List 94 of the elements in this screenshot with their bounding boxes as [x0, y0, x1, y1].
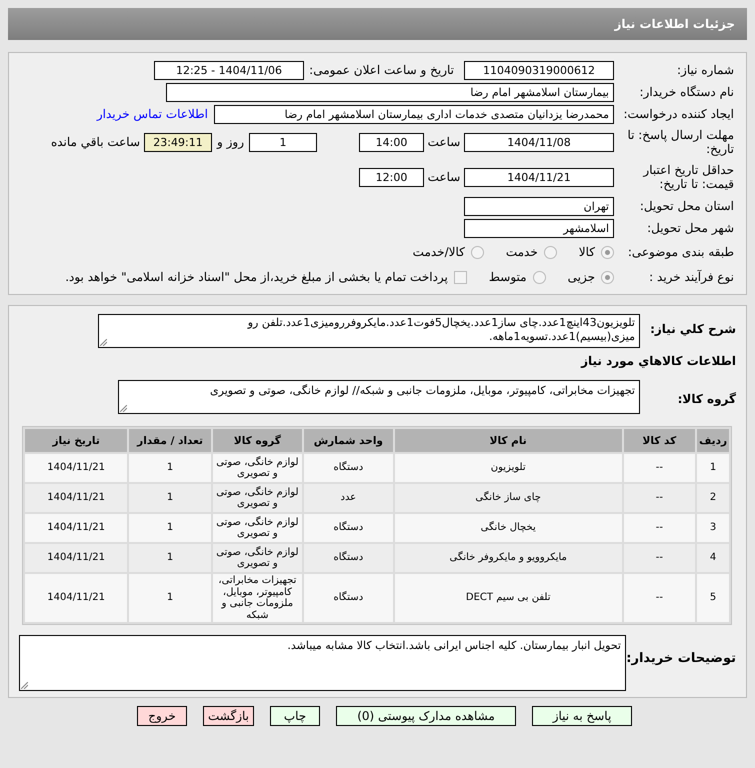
text-field[interactable]: بیمارستان اسلامشهر امام رضا [166, 82, 614, 102]
table-cell: مایکروویو و مایکروفر خانگی [394, 544, 622, 572]
remaining-label: ساعت باقي مانده [50, 135, 141, 149]
time-label: ساعت [426, 135, 462, 149]
contact-link[interactable]: اطلاعات تماس خریدار [96, 107, 208, 121]
table-cell: لوازم خانگی، صوتی و تصویری [212, 484, 302, 512]
table-cell: 1404/11/21 [25, 514, 128, 542]
table-cell: تلفن بی سیم DECT [394, 574, 622, 622]
column-header: ردیف [697, 429, 729, 452]
radio-button[interactable] [601, 270, 614, 284]
text-field[interactable]: 1404/11/06 - 12:25 [154, 60, 304, 80]
table-cell: -- [624, 514, 696, 542]
table-cell: لوازم خانگی، صوتی و تصویری [212, 514, 302, 542]
table-cell: 5 [697, 574, 729, 622]
table-cell: -- [624, 544, 696, 572]
radio-button[interactable] [601, 246, 614, 258]
table-cell: عدد [304, 484, 393, 512]
table-cell: 2 [697, 484, 729, 512]
text-field[interactable]: 12:00 [359, 168, 424, 186]
field-label: توضیحات خریدار: [626, 650, 736, 666]
table-cell: تلویزیون [394, 454, 622, 482]
table-cell: -- [624, 484, 696, 512]
field-label: طبقه بندی موضوعی: [626, 245, 734, 259]
field-label: مهلت ارسال پاسخ: تا تاریخ: [626, 128, 734, 156]
field-label: گروه کالا: [676, 391, 736, 406]
table-cell: 1 [129, 574, 211, 622]
column-header: تعداد / مقدار [129, 429, 211, 452]
field-label: نوع فرآیند خرید : [648, 270, 734, 284]
table-cell: 1 [129, 454, 211, 482]
radio-button[interactable] [532, 270, 546, 284]
text-field[interactable]: 1 [249, 132, 317, 152]
radio-label: جزیی [568, 270, 595, 284]
text-field[interactable]: 14:00 [359, 132, 424, 152]
table-cell: 1404/11/21 [25, 574, 128, 622]
table-cell: 1404/11/21 [25, 454, 128, 482]
table-cell: -- [624, 574, 696, 622]
table-cell: چای ساز خانگی [394, 484, 622, 512]
table-cell: دستگاه [304, 514, 393, 542]
text-field[interactable]: تهران [464, 196, 614, 216]
table-cell: 3 [697, 514, 729, 542]
column-header: تاریخ نیاز [25, 429, 128, 452]
field-label: شرح کلي نياز: [649, 321, 736, 336]
radio-label: کالا [578, 245, 595, 259]
column-header: گروه کالا [212, 429, 302, 452]
exit-button[interactable]: خروج [137, 706, 187, 726]
description-box[interactable]: تلویزیون43اینچ1عدد.چای ساز1عدد.یخچال5فوت1عدد.مایکروفررومیزی1عدد.تلفن رو میزی(بیسیم)1عدد.تسویه1ماهه. [98, 314, 640, 348]
checkbox-label: پرداخت تمام یا بخشی از مبلغ خرید،از محل "اسناد خزانه اسلامی" خواهد بود. [65, 270, 448, 284]
field-label: استان محل تحویل: [638, 199, 734, 213]
table-cell: تجهیزات مخابراتی، کامپیوتر، موبایل، ملزومات جانبی و شبکه [212, 574, 302, 622]
field-label: شماره نیاز: [676, 63, 734, 77]
radio-button[interactable] [470, 246, 484, 258]
table-cell: دستگاه [304, 544, 393, 572]
back-button[interactable]: بازگشت [203, 706, 254, 726]
radio-label: متوسط [488, 270, 527, 284]
field-label: نام دستگاه خریدار: [638, 85, 734, 99]
text-field[interactable]: 1104090319000612 [464, 60, 614, 80]
field-label: حداقل تاریخ اعتبار قیمت: تا تاریخ: [642, 163, 734, 191]
time-label: ساعت [426, 170, 462, 184]
days-label: روز و [216, 135, 245, 149]
text-field[interactable]: محمدرضا یزدانیان متصدی خدمات اداری بیمارستان اسلامشهر امام رضا [214, 104, 614, 124]
table-cell: 1404/11/21 [25, 484, 128, 512]
table-cell: دستگاه [304, 454, 393, 482]
text-field[interactable]: 1404/11/21 [464, 168, 614, 186]
table-cell: 4 [697, 544, 729, 572]
radio-label: کالا/خدمت [412, 245, 465, 259]
checkbox[interactable] [454, 270, 467, 284]
table-cell: 1 [129, 514, 211, 542]
field-label: شهر محل تحویل: [646, 221, 734, 235]
field-label: تاریخ و ساعت اعلان عمومی: [308, 63, 454, 77]
table-cell: -- [624, 454, 696, 482]
table-cell: 1 [129, 484, 211, 512]
radio-button[interactable] [544, 246, 557, 258]
radio-label: خدمت [506, 245, 538, 259]
text-field[interactable]: 1404/11/08 [464, 132, 614, 152]
table-cell: یخچال خانگی [394, 514, 622, 542]
page-title: جزئیات اطلاعات نیاز [614, 17, 735, 31]
section-title: اطلاعات کالاهاي مورد نياز [581, 354, 736, 368]
table-cell: 1404/11/21 [25, 544, 128, 572]
table-cell: لوازم خانگی، صوتی و تصویری [212, 544, 302, 572]
countdown-timer: 23:49:11 [144, 132, 212, 152]
field-label: ایجاد کننده درخواست: [622, 107, 734, 121]
reply-button[interactable]: پاسخ به نیاز [532, 706, 632, 726]
table-cell: دستگاه [304, 574, 393, 622]
text-field[interactable]: اسلامشهر [464, 218, 614, 238]
column-header: نام کالا [394, 429, 622, 452]
notes-box[interactable]: تحویل انبار بیمارستان. کلیه اجناس ایرانی باشد.انتخاب کالا مشابه میباشد. [19, 635, 626, 691]
attachments-button[interactable]: مشاهده مدارک پیوستی (0) [336, 706, 516, 726]
goods-group-box[interactable]: تجهیزات مخابراتی، کامپیوتر، موبایل، ملزومات جانبی و شبکه// لوازم خانگی، صوتی و تصویری [118, 380, 640, 414]
column-header: واحد شمارش [304, 429, 393, 452]
table-cell: 1 [697, 454, 729, 482]
table-cell: لوازم خانگی، صوتی و تصویری [212, 454, 302, 482]
print-button[interactable]: چاپ [270, 706, 320, 726]
table-cell: 1 [129, 544, 211, 572]
column-header: کد کالا [624, 429, 696, 452]
